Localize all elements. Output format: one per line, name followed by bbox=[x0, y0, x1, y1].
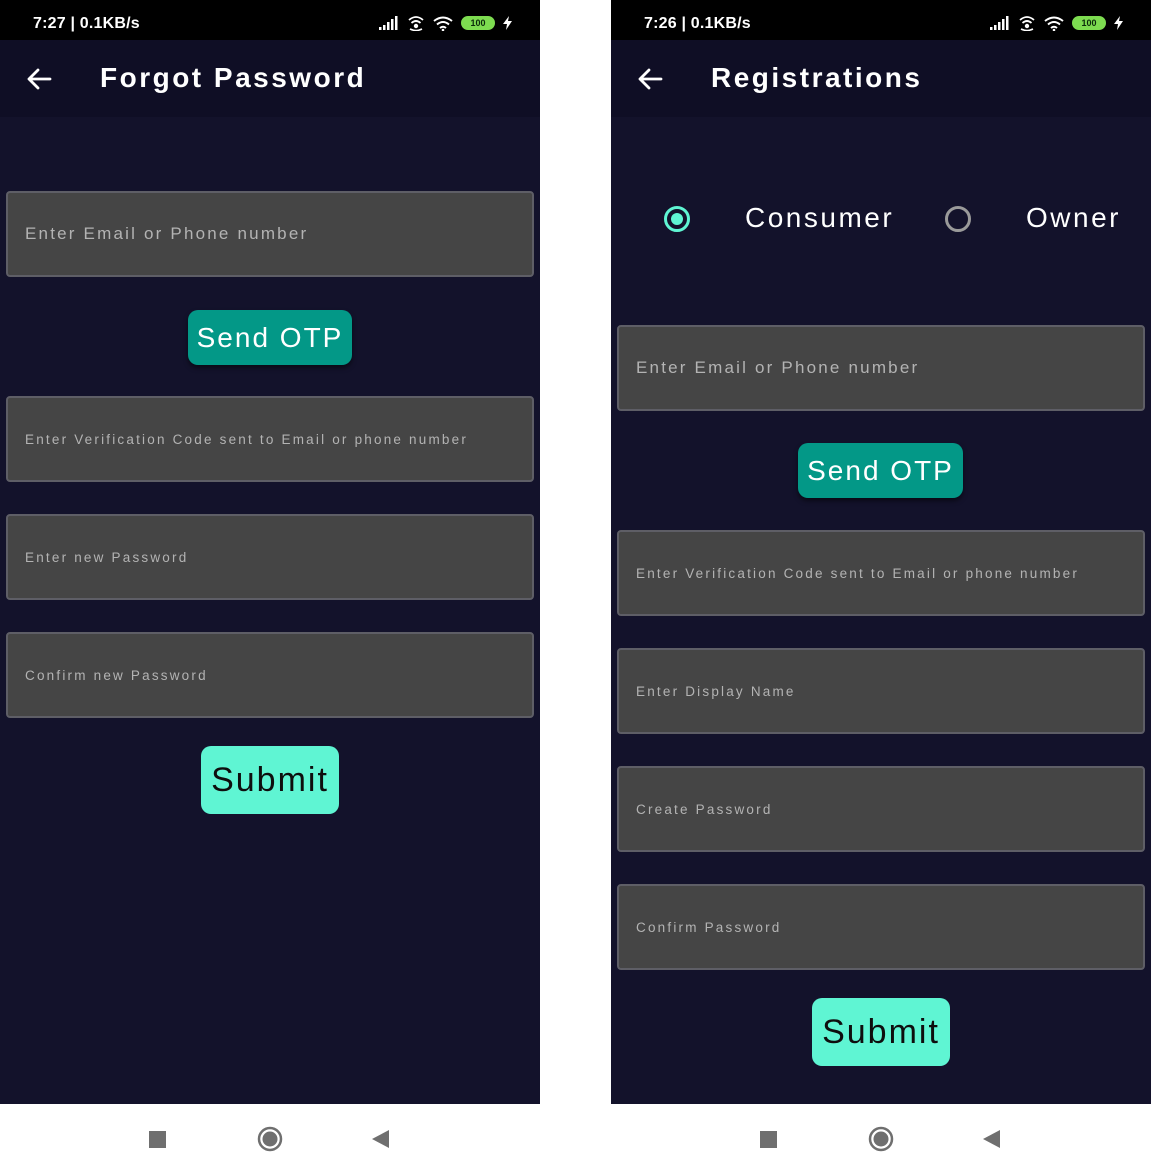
circle-icon bbox=[257, 1126, 283, 1152]
forgot-password-screen: 7:27 | 0.1KB/s 100 Forgot Password Enter… bbox=[0, 0, 540, 1170]
battery-level: 100 bbox=[1081, 17, 1097, 28]
app-bar: Forgot Password bbox=[0, 40, 540, 117]
wifi-icon bbox=[1044, 16, 1064, 31]
system-nav-bar bbox=[0, 1104, 540, 1170]
send-otp-label: Send OTP bbox=[807, 454, 954, 486]
new-password-placeholder: Enter new Password bbox=[25, 549, 189, 565]
status-icons: 100 bbox=[379, 13, 512, 33]
consumer-radio-label[interactable]: Consumer bbox=[745, 202, 894, 234]
hotspot-icon bbox=[1019, 16, 1035, 31]
submit-button[interactable]: Submit bbox=[201, 746, 339, 814]
back-button[interactable] bbox=[633, 62, 667, 96]
charging-icon bbox=[503, 16, 512, 30]
nav-back-button[interactable] bbox=[365, 1124, 395, 1154]
send-otp-label: Send OTP bbox=[196, 321, 344, 353]
submit-label: Submit bbox=[822, 1012, 940, 1051]
nav-recents-button[interactable] bbox=[753, 1124, 783, 1154]
display-name-placeholder: Enter Display Name bbox=[636, 683, 796, 699]
status-bar: 7:27 | 0.1KB/s 100 bbox=[0, 0, 540, 40]
battery-icon: 100 bbox=[461, 16, 495, 30]
verification-code-placeholder: Enter Verification Code sent to Email or… bbox=[25, 431, 469, 447]
owner-radio-label[interactable]: Owner bbox=[1026, 202, 1121, 234]
hotspot-icon bbox=[408, 16, 424, 31]
arrow-left-icon bbox=[27, 68, 52, 90]
status-icons: 100 bbox=[990, 13, 1123, 33]
circle-icon bbox=[868, 1126, 894, 1152]
app-bar: Registrations bbox=[611, 40, 1151, 117]
consumer-radio[interactable] bbox=[664, 206, 690, 232]
create-password-placeholder: Create Password bbox=[636, 801, 773, 817]
square-icon bbox=[759, 1130, 777, 1148]
email-phone-placeholder: Enter Email or Phone number bbox=[25, 224, 309, 243]
system-nav-bar bbox=[611, 1104, 1151, 1170]
triangle-back-icon bbox=[982, 1130, 1000, 1148]
screen-background: 7:27 | 0.1KB/s 100 Forgot Password Enter… bbox=[0, 0, 540, 1104]
arrow-left-icon bbox=[638, 68, 663, 90]
send-otp-button[interactable]: Send OTP bbox=[188, 310, 352, 365]
registrations-screen: 7:26 | 0.1KB/s 100 Registrations Consume… bbox=[611, 0, 1151, 1170]
confirm-password-placeholder: Confirm Password bbox=[636, 919, 782, 935]
confirm-password-field[interactable]: Confirm Password bbox=[617, 884, 1145, 970]
battery-level: 100 bbox=[470, 17, 486, 28]
status-time: 7:27 | 0.1KB/s bbox=[33, 15, 140, 32]
back-button[interactable] bbox=[22, 62, 56, 96]
nav-back-button[interactable] bbox=[976, 1124, 1006, 1154]
nav-recents-button[interactable] bbox=[142, 1124, 172, 1154]
page-title: Registrations bbox=[711, 62, 923, 93]
wifi-icon bbox=[433, 16, 453, 31]
new-password-field[interactable]: Enter new Password bbox=[6, 514, 534, 600]
confirm-new-password-field[interactable]: Confirm new Password bbox=[6, 632, 534, 718]
status-time: 7:26 | 0.1KB/s bbox=[644, 15, 751, 32]
send-otp-button[interactable]: Send OTP bbox=[798, 443, 963, 498]
screen-background: 7:26 | 0.1KB/s 100 Registrations Consume… bbox=[611, 0, 1151, 1104]
verification-code-field[interactable]: Enter Verification Code sent to Email or… bbox=[617, 530, 1145, 616]
email-phone-field[interactable]: Enter Email or Phone number bbox=[617, 325, 1145, 411]
create-password-field[interactable]: Create Password bbox=[617, 766, 1145, 852]
submit-button[interactable]: Submit bbox=[812, 998, 950, 1066]
page-title: Forgot Password bbox=[100, 62, 367, 93]
signal-icon bbox=[990, 16, 1009, 30]
email-phone-placeholder: Enter Email or Phone number bbox=[636, 358, 920, 377]
user-type-radio-group: Consumer Owner bbox=[611, 190, 1151, 248]
charging-icon bbox=[1114, 16, 1123, 30]
triangle-back-icon bbox=[371, 1130, 389, 1148]
status-bar: 7:26 | 0.1KB/s 100 bbox=[611, 0, 1151, 40]
verification-code-placeholder: Enter Verification Code sent to Email or… bbox=[636, 565, 1080, 581]
email-phone-field[interactable]: Enter Email or Phone number bbox=[6, 191, 534, 277]
nav-home-button[interactable] bbox=[255, 1124, 285, 1154]
confirm-new-password-placeholder: Confirm new Password bbox=[25, 667, 208, 683]
battery-icon: 100 bbox=[1072, 16, 1106, 30]
display-name-field[interactable]: Enter Display Name bbox=[617, 648, 1145, 734]
signal-icon bbox=[379, 16, 398, 30]
submit-label: Submit bbox=[211, 760, 329, 799]
owner-radio[interactable] bbox=[945, 206, 971, 232]
square-icon bbox=[148, 1130, 166, 1148]
verification-code-field[interactable]: Enter Verification Code sent to Email or… bbox=[6, 396, 534, 482]
nav-home-button[interactable] bbox=[866, 1124, 896, 1154]
